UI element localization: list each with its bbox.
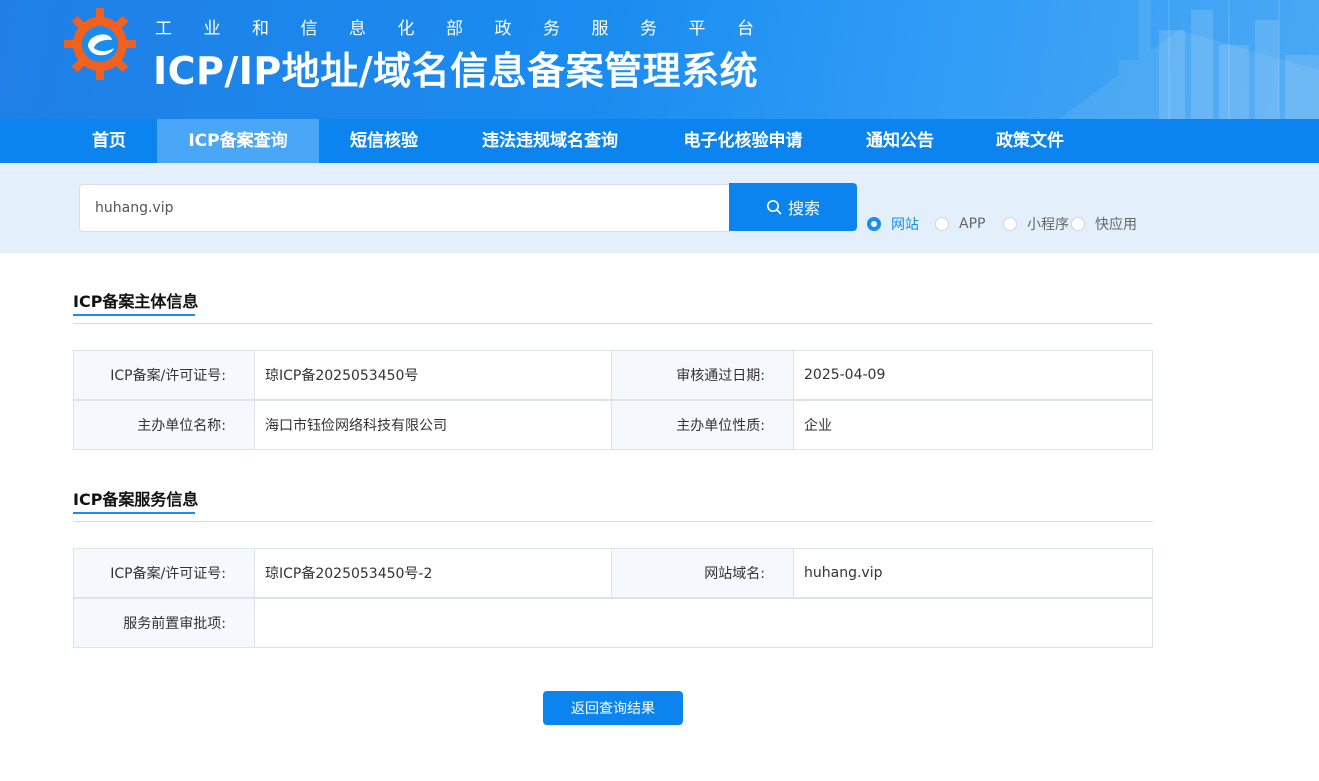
type-radio-label: APP (959, 216, 986, 232)
pre-approval-value (254, 598, 1153, 648)
nav-item-illegal-domain-query[interactable]: 违法违规域名查询 (462, 119, 638, 163)
nav-item-policies[interactable]: 政策文件 (978, 119, 1082, 163)
org-name-value: 海口市钰俭网络科技有限公司 (254, 400, 612, 450)
type-radio-label: 网站 (891, 217, 919, 233)
nav-item-home[interactable]: 首页 (73, 119, 145, 163)
service-section-title: ICP备案服务信息 (73, 490, 199, 509)
org-nature-value: 企业 (793, 400, 1153, 450)
search-band: 搜索 网站 APP 小程序 快应用 (0, 163, 1319, 253)
section-divider (73, 323, 1153, 324)
site-header: 工业和信息化部政务服务平台 ICP/IP地址/域名信息备案管理系统 (0, 0, 1319, 119)
type-radio-quick-app[interactable]: 快应用 (1071, 215, 1137, 233)
service-license-value: 琼ICP备2025053450号-2 (254, 548, 612, 598)
type-radio-app[interactable]: APP (935, 215, 985, 233)
type-radio-label: 小程序 (1027, 217, 1069, 233)
service-license-label: ICP备案/许可证号: (73, 548, 255, 598)
radio-unchecked-icon (935, 217, 949, 231)
subject-license-label: ICP备案/许可证号: (73, 350, 255, 400)
system-title: ICP/IP地址/域名信息备案管理系统 (153, 49, 759, 93)
nav-item-notices[interactable]: 通知公告 (848, 119, 952, 163)
type-radio-mini-program[interactable]: 小程序 (1003, 215, 1069, 233)
org-nature-label: 主办单位性质: (611, 400, 794, 450)
section-title-underline (73, 314, 195, 316)
section-divider (73, 521, 1153, 522)
section-title-underline (73, 512, 195, 514)
radio-unchecked-icon (1003, 217, 1017, 231)
domain-label: 网站域名: (611, 548, 794, 598)
type-radio-website[interactable]: 网站 (867, 215, 919, 233)
search-button[interactable]: 搜索 (729, 183, 857, 231)
miit-logo-icon (64, 8, 136, 80)
city-skyline-decoration (1059, 0, 1319, 119)
subject-license-value: 琼ICP备2025053450号 (254, 350, 612, 400)
approval-date-value: 2025-04-09 (793, 350, 1153, 400)
search-icon (766, 200, 782, 215)
domain-value: huhang.vip (793, 548, 1153, 598)
org-name-label: 主办单位名称: (73, 400, 255, 450)
approval-date-label: 审核通过日期: (611, 350, 794, 400)
nav-item-e-verify-apply[interactable]: 电子化核验申请 (666, 119, 820, 163)
radio-unchecked-icon (1071, 217, 1085, 231)
search-input[interactable] (79, 184, 730, 232)
platform-subtitle: 工业和信息化部政务服务平台 (155, 19, 786, 39)
nav-item-icp-query[interactable]: ICP备案查询 (157, 119, 319, 163)
radio-checked-icon (867, 217, 881, 231)
pre-approval-label: 服务前置审批项: (73, 598, 255, 648)
subject-section-title: ICP备案主体信息 (73, 292, 199, 311)
main-nav: 首页 ICP备案查询 短信核验 违法违规域名查询 电子化核验申请 通知公告 政策… (0, 119, 1319, 163)
nav-item-sms-verify[interactable]: 短信核验 (334, 119, 434, 163)
search-button-label: 搜索 (787, 199, 820, 218)
type-radio-label: 快应用 (1095, 217, 1137, 233)
back-to-results-button[interactable]: 返回查询结果 (543, 691, 683, 725)
